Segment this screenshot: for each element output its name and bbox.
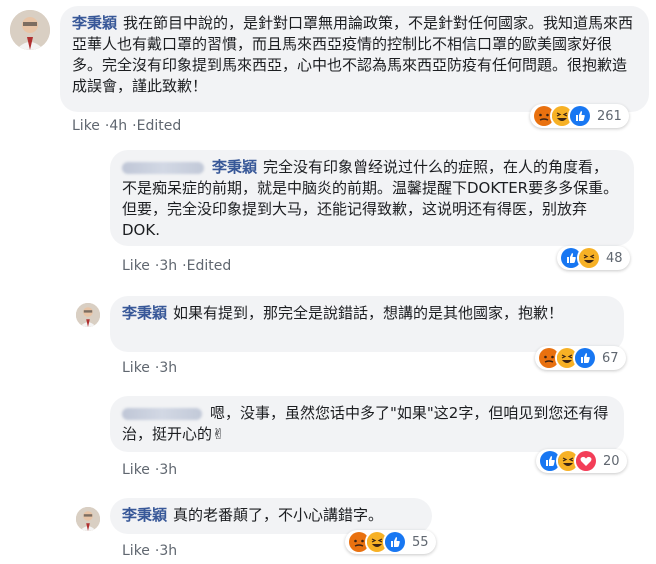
- comment-author[interactable]: 李秉穎: [72, 14, 117, 32]
- haha-icon: [577, 246, 601, 270]
- reply-meta: Like ·3h: [122, 543, 178, 559]
- reply-meta: Like ·3h: [122, 462, 178, 478]
- love-icon: [574, 449, 598, 473]
- reply-time[interactable]: 3h: [159, 360, 177, 376]
- reaction-summary[interactable]: 67: [535, 346, 626, 370]
- reaction-summary[interactable]: 55: [345, 530, 436, 554]
- reply-text: 真的老番顛了，不小心講錯字。: [173, 506, 384, 524]
- avatar[interactable]: [76, 507, 100, 531]
- reply-time[interactable]: 3h: [159, 543, 177, 559]
- blurred-author-name: [122, 161, 204, 174]
- reaction-count: 48: [606, 250, 623, 266]
- reply-bubble: 李秉穎 如果有提到，那完全是說錯話，想講的是其他國家，抱歉！: [110, 296, 624, 352]
- comment-time[interactable]: 4h: [109, 118, 127, 134]
- reply-time[interactable]: 3h: [159, 462, 177, 478]
- reply-text: 如果有提到，那完全是說錯話，想講的是其他國家，抱歉！: [173, 304, 564, 322]
- avatar[interactable]: [10, 10, 50, 50]
- mention-link[interactable]: 李秉穎: [212, 158, 257, 176]
- edited-label[interactable]: Edited: [137, 118, 182, 134]
- comment-text: 我在節目中說的，是針對口罩無用論政策，不是針對任何國家。我知道馬來西亞華人也有戴…: [72, 14, 634, 95]
- blurred-author-name: [122, 407, 202, 420]
- like-link[interactable]: Like: [122, 258, 150, 274]
- comment-author[interactable]: 李秉穎: [122, 304, 167, 322]
- like-icon: [383, 530, 407, 554]
- like-icon: [573, 346, 597, 370]
- reply-bubble: 李秉穎 真的老番顛了，不小心講錯字。: [110, 498, 432, 534]
- comment-bubble: 李秉穎 我在節目中說的，是針對口罩無用論政策，不是針對任何國家。我知道馬來西亞華人…: [60, 6, 649, 112]
- avatar[interactable]: [76, 303, 100, 327]
- edited-label[interactable]: Edited: [187, 258, 232, 274]
- reaction-count: 261: [597, 108, 622, 124]
- comment-meta: Like ·4h ·Edited: [72, 118, 182, 134]
- reply-bubble: 李秉穎 完全没有印象曾经说过什么的症照，在人的角度看，不是痴呆症的前期，就是中脑炎…: [110, 150, 634, 246]
- reply-time[interactable]: 3h: [159, 258, 177, 274]
- reaction-count: 20: [603, 453, 620, 469]
- reaction-count: 55: [412, 534, 429, 550]
- reaction-summary[interactable]: 261: [530, 104, 629, 128]
- like-link[interactable]: Like: [72, 118, 100, 134]
- like-link[interactable]: Like: [122, 462, 150, 478]
- reaction-summary[interactable]: 20: [536, 449, 627, 473]
- reply-meta: Like ·3h ·Edited: [122, 258, 232, 274]
- like-icon: [568, 104, 592, 128]
- like-link[interactable]: Like: [122, 360, 150, 376]
- reply-meta: Like ·3h: [122, 360, 178, 376]
- like-link[interactable]: Like: [122, 543, 150, 559]
- reaction-count: 67: [602, 350, 619, 366]
- comment-author[interactable]: 李秉穎: [122, 506, 167, 524]
- reaction-summary[interactable]: 48: [557, 246, 630, 270]
- reply-bubble: 嗯，没事，虽然您话中多了"如果"这2字，但咱见到您还有得治，挺开心的✌: [110, 396, 624, 452]
